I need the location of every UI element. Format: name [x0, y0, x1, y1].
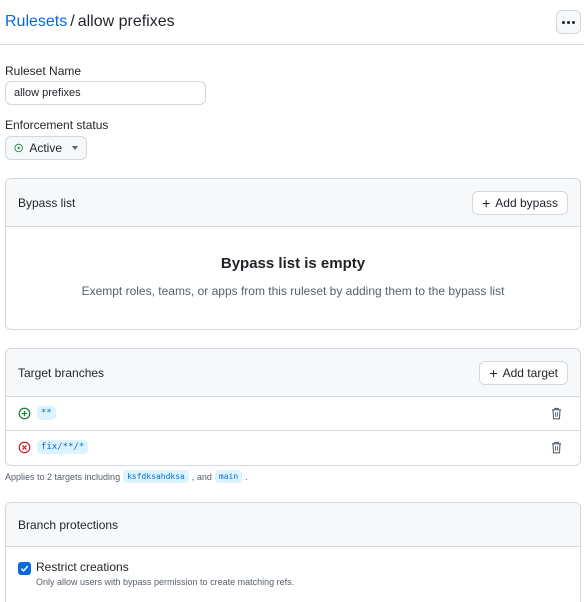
- play-circle-icon: [14, 143, 23, 153]
- x-circle-icon: [18, 441, 31, 454]
- check-icon: [20, 565, 29, 572]
- page-header: Rulesets / allow prefixes: [0, 0, 584, 45]
- protection-item-restrict-creations: Restrict creations Only allow users with…: [6, 547, 580, 602]
- breadcrumb: Rulesets / allow prefixes: [5, 12, 175, 32]
- target-pattern: **: [37, 406, 56, 420]
- targets-applies-summary: Applies to 2 targets including ksfdksahd…: [5, 470, 248, 483]
- target-pattern: fix/**/*: [37, 440, 89, 454]
- plus-icon: +: [489, 365, 498, 381]
- enforcement-status-label: Enforcement status: [5, 118, 109, 132]
- plus-circle-icon: [18, 407, 31, 420]
- enforcement-status-value: Active: [29, 141, 62, 155]
- ruleset-name-input[interactable]: [5, 81, 206, 105]
- bypass-list-title: Bypass list: [18, 196, 76, 210]
- restrict-creations-description: Only allow users with bypass permission …: [36, 577, 295, 587]
- breadcrumb-separator: /: [70, 13, 75, 30]
- applies-prefix: Applies to 2 targets including: [5, 471, 121, 482]
- bypass-list-panel: Bypass list + Add bypass Bypass list is …: [5, 178, 581, 330]
- branch-protections-title: Branch protections: [18, 518, 119, 532]
- add-bypass-button[interactable]: + Add bypass: [472, 191, 568, 215]
- branch-protections-header: Branch protections: [6, 503, 580, 547]
- chevron-down-icon: [72, 146, 78, 150]
- applies-branch-chip: ksfdksahdksa: [123, 470, 189, 483]
- restrict-creations-title: Restrict creations: [36, 560, 129, 574]
- kebab-dot-icon: [562, 20, 565, 24]
- more-options-button[interactable]: [556, 10, 581, 34]
- trash-icon[interactable]: [551, 407, 562, 420]
- add-bypass-label: Add bypass: [495, 196, 558, 210]
- applies-suffix: .: [245, 471, 248, 482]
- enforcement-status-dropdown[interactable]: Active: [5, 136, 87, 160]
- target-row-exclude: fix/**/*: [6, 431, 580, 465]
- kebab-dot-icon: [572, 20, 575, 24]
- page-title: allow prefixes: [77, 13, 175, 30]
- target-branches-header: Target branches + Add target: [6, 349, 580, 397]
- restrict-creations-checkbox[interactable]: [18, 562, 31, 575]
- add-target-button[interactable]: + Add target: [479, 361, 568, 385]
- kebab-dot-icon: [567, 20, 570, 24]
- add-target-label: Add target: [502, 366, 558, 380]
- applies-branch-chip: main: [214, 470, 243, 483]
- target-branches-panel: Target branches + Add target ** fix/**/*: [5, 348, 581, 466]
- applies-joiner: , and: [191, 471, 212, 482]
- bypass-empty-description: Exempt roles, teams, or apps from this r…: [81, 284, 505, 298]
- branch-protections-panel: Branch protections Restrict creations On…: [5, 502, 581, 602]
- trash-icon[interactable]: [551, 441, 562, 454]
- bypass-empty-title: Bypass list is empty: [220, 255, 366, 272]
- target-row-include: **: [6, 397, 580, 431]
- target-branches-title: Target branches: [18, 366, 105, 380]
- breadcrumb-rulesets-link[interactable]: Rulesets: [5, 13, 67, 30]
- ruleset-name-label: Ruleset Name: [5, 64, 82, 78]
- plus-icon: +: [482, 195, 491, 211]
- bypass-list-header: Bypass list + Add bypass: [6, 179, 580, 227]
